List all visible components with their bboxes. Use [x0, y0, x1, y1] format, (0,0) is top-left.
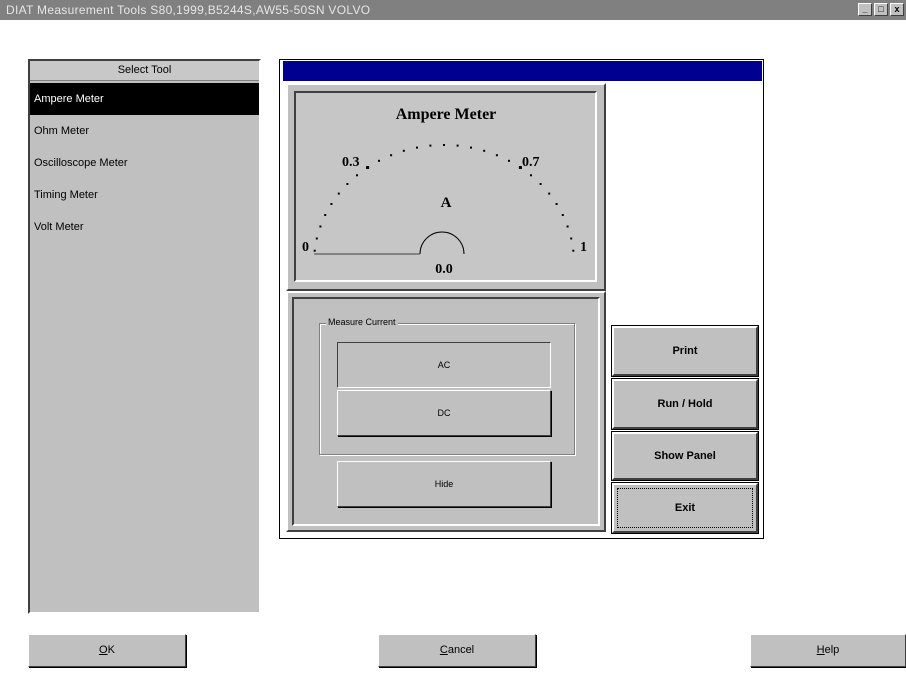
ac-button[interactable]: AC	[337, 342, 551, 388]
gauge-hub	[419, 231, 465, 255]
scale-dot	[416, 146, 418, 149]
scale-dot	[313, 249, 316, 252]
scale-label-min: 0	[302, 240, 309, 255]
meter-panel: Ampere Meter A 0 0.3 0.7 1 0.0 Measure C…	[279, 59, 764, 539]
print-button[interactable]: Print	[611, 325, 759, 377]
run-hold-button[interactable]: Run / Hold	[611, 378, 759, 430]
cancel-button[interactable]: Cancel	[378, 634, 536, 667]
tool-item-volt-meter[interactable]: Volt Meter	[30, 211, 259, 243]
close-button[interactable]: x	[890, 3, 904, 16]
scale-dot	[548, 192, 551, 195]
controls-frame: Measure Current AC DC Hide	[286, 291, 606, 532]
scale-dot	[508, 159, 510, 162]
scale-label-high: 0.7	[522, 155, 540, 170]
scale-dot	[429, 144, 432, 147]
tool-item-oscilloscope-meter[interactable]: Oscilloscope Meter	[30, 147, 259, 179]
maximize-button[interactable]: □	[874, 3, 888, 16]
tool-list: Select Tool Ampere Meter Ohm Meter Oscil…	[28, 59, 261, 614]
scale-dot	[443, 144, 445, 146]
tool-item-timing-meter[interactable]: Timing Meter	[30, 179, 259, 211]
scale-dot	[456, 144, 459, 147]
scale-dot	[483, 149, 486, 152]
controls-panel: Measure Current AC DC Hide	[292, 297, 600, 526]
show-panel-button[interactable]: Show Panel	[611, 431, 759, 481]
ok-button[interactable]: OK	[28, 634, 186, 667]
scale-dot	[572, 249, 575, 252]
help-button[interactable]: Help	[750, 634, 906, 667]
scale-dot	[566, 225, 569, 228]
scale-dot	[315, 237, 318, 240]
print-button-label: Print	[672, 345, 698, 357]
measure-current-group: Measure Current AC DC	[319, 317, 575, 455]
tool-item-ampere-meter[interactable]: Ampere Meter	[30, 83, 259, 115]
scale-dot	[346, 183, 349, 185]
gauge-unit: A	[441, 195, 452, 211]
gauge-svg: Ampere Meter A 0 0.3 0.7 1 0.0	[302, 106, 587, 277]
measure-current-label: Measure Current	[326, 317, 398, 327]
exit-button[interactable]: Exit	[611, 482, 759, 534]
panel-header-bar	[283, 61, 762, 81]
scale-dot	[330, 203, 333, 205]
window-title: DIAT Measurement Tools S80,1999,B5244S,A…	[6, 3, 371, 17]
gauge-reading: 0.0	[435, 262, 453, 277]
scale-dot	[378, 159, 380, 162]
tool-list-header: Select Tool	[30, 61, 259, 81]
ampere-gauge: Ampere Meter A 0 0.3 0.7 1 0.0	[294, 91, 597, 282]
show-panel-button-label: Show Panel	[654, 450, 716, 462]
focus-rectangle	[617, 488, 753, 528]
scale-label-max: 1	[580, 240, 587, 255]
scale-dot	[495, 154, 498, 157]
gauge-frame: Ampere Meter A 0 0.3 0.7 1 0.0	[286, 83, 606, 291]
scale-dot	[356, 174, 358, 177]
scale-dot	[324, 214, 327, 216]
scale-dot	[470, 146, 472, 149]
dc-button[interactable]: DC	[337, 390, 551, 436]
scale-dot	[390, 154, 393, 157]
scale-dot	[561, 214, 564, 216]
run-hold-button-label: Run / Hold	[657, 398, 713, 410]
scale-major-tick	[366, 166, 370, 169]
scale-dot	[337, 192, 340, 195]
minimize-button[interactable]: _	[858, 3, 872, 16]
scale-dot	[555, 203, 558, 205]
scale-dot	[319, 225, 322, 228]
scale-label-low: 0.3	[342, 155, 360, 170]
cancel-label: ancel	[447, 644, 475, 656]
scale-dot	[402, 149, 405, 152]
ok-mnemonic: O	[99, 644, 108, 656]
help-mnemonic: H	[816, 644, 825, 656]
tool-item-ohm-meter[interactable]: Ohm Meter	[30, 115, 259, 147]
scale-dot	[570, 237, 573, 240]
title-bar: DIAT Measurement Tools S80,1999,B5244S,A…	[0, 0, 906, 20]
cancel-mnemonic: C	[439, 644, 448, 656]
ok-label: K	[107, 644, 115, 656]
scale-dot	[530, 174, 532, 177]
help-label: elp	[824, 644, 840, 656]
scale-dot	[539, 183, 542, 185]
hide-button[interactable]: Hide	[337, 461, 551, 507]
gauge-title: Ampere Meter	[396, 106, 497, 123]
